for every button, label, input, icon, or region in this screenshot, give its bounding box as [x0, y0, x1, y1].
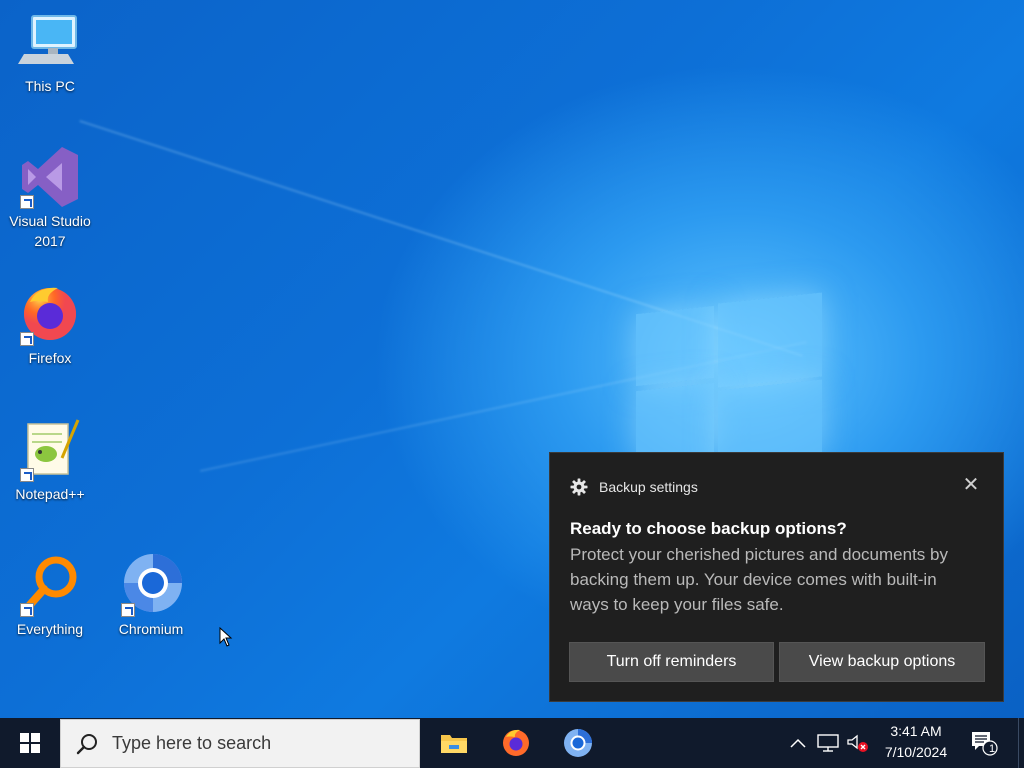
toast-app-name: Backup settings [599, 479, 698, 495]
show-hidden-icons-button[interactable] [786, 718, 810, 768]
visual-studio-icon [18, 145, 82, 209]
gear-icon [570, 478, 588, 496]
desktop-icon-everything[interactable]: Everything [2, 553, 98, 639]
chevron-up-icon [790, 738, 806, 748]
turn-off-reminders-button[interactable]: Turn off reminders [569, 642, 774, 682]
taskbar-clock[interactable]: 3:41 AM 7/10/2024 [870, 721, 962, 765]
start-button[interactable] [0, 718, 60, 768]
notification-count-badge: 1 [988, 743, 996, 755]
chromium-icon [564, 729, 592, 757]
shortcut-arrow-icon [20, 332, 34, 346]
file-explorer-icon [441, 735, 467, 753]
taskbar-firefox[interactable] [486, 718, 546, 768]
shortcut-arrow-icon [20, 603, 34, 617]
taskbar-chromium[interactable] [548, 718, 608, 768]
firefox-icon [503, 729, 529, 756]
toast-header: Backup settings [570, 477, 698, 497]
taskbar-search-box[interactable] [60, 719, 420, 768]
speaker-muted-icon [847, 734, 868, 752]
desktop-icon-firefox[interactable]: Firefox [2, 282, 98, 368]
show-desktop-button[interactable] [1018, 718, 1024, 768]
windows-start-icon [20, 733, 40, 753]
shortcut-arrow-icon [121, 603, 135, 617]
search-input[interactable] [110, 732, 404, 755]
network-status-button[interactable] [814, 718, 842, 768]
network-icon [817, 734, 839, 752]
backup-notification-toast: Backup settings ✕ Ready to choose backup… [549, 452, 1004, 702]
view-backup-options-button[interactable]: View backup options [779, 642, 985, 682]
shortcut-arrow-icon [20, 468, 34, 482]
shortcut-arrow-icon [20, 195, 34, 209]
clock-time: 3:41 AM [890, 723, 942, 739]
desktop-icon-this-pc[interactable]: This PC [2, 10, 98, 96]
desktop-icon-label: Everything [16, 621, 84, 637]
windows-logo-wallpaper [636, 290, 826, 466]
mouse-cursor-icon [219, 627, 233, 647]
taskbar-file-explorer[interactable] [424, 718, 484, 768]
close-icon[interactable]: ✕ [961, 475, 981, 495]
desktop-icon-label: This PC [25, 78, 75, 94]
toast-body: Protect your cherished pictures and docu… [570, 545, 948, 614]
desktop-icon-label: Firefox [28, 350, 72, 366]
this-pc-icon [18, 10, 82, 74]
volume-button[interactable] [844, 718, 872, 768]
desktop-icon-notepad-plus-plus[interactable]: Notepad++ [2, 418, 98, 504]
desktop-icon-chromium[interactable]: Chromium [103, 553, 199, 639]
chromium-icon [119, 553, 183, 617]
desktop-icon-label: Visual Studio 2017 [9, 213, 91, 249]
everything-icon [18, 553, 82, 617]
desktop-icon-label: Chromium [118, 621, 184, 637]
taskbar: 3:41 AM 7/10/2024 1 [0, 718, 1024, 768]
search-icon [76, 733, 98, 755]
notepad-plus-plus-icon [18, 418, 82, 482]
toast-title: Ready to choose backup options? [570, 519, 847, 538]
clock-date: 7/10/2024 [884, 744, 948, 760]
desktop-icon-label: Notepad++ [15, 486, 85, 502]
firefox-icon [18, 282, 82, 346]
action-center-button[interactable]: 1 [962, 718, 1006, 768]
desktop-icon-visual-studio[interactable]: Visual Studio 2017 [2, 145, 98, 251]
